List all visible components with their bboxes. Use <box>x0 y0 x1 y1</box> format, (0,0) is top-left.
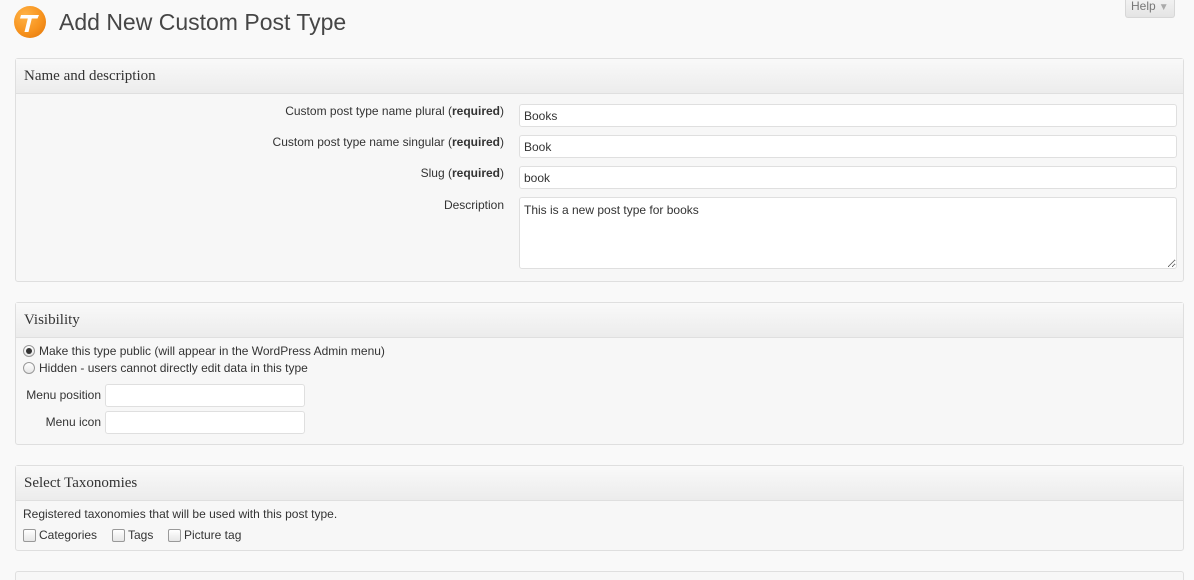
taxonomy-tags[interactable]: Tags <box>112 528 153 542</box>
tags-checkbox[interactable] <box>112 528 125 542</box>
visibility-title: Visibility <box>24 312 80 328</box>
picture-tag-label: Picture tag <box>184 528 242 542</box>
plural-name-label: Custom post type name plural (required) <box>285 104 504 118</box>
taxonomy-categories[interactable]: Categories <box>23 528 97 542</box>
types-logo-icon <box>14 6 46 38</box>
public-radio[interactable] <box>23 345 35 357</box>
help-label: Help <box>1131 0 1156 13</box>
chevron-down-icon: ▼ <box>1158 2 1169 13</box>
tags-label: Tags <box>128 528 154 542</box>
description-textarea[interactable]: This is a new post type for books <box>519 197 1177 269</box>
singular-name-input[interactable] <box>519 135 1177 158</box>
hidden-radio[interactable] <box>23 362 35 374</box>
name-description-header[interactable]: Name and description <box>16 59 1183 94</box>
page: Add New Custom Post Type Help ▼ Name and … <box>0 0 1194 580</box>
picture-tag-checkbox[interactable] <box>168 528 181 542</box>
menu-position-label: Menu position <box>26 388 101 402</box>
visibility-header[interactable]: Visibility <box>16 303 1183 338</box>
plural-name-input[interactable] <box>519 104 1177 127</box>
taxonomies-box: Select Taxonomies Registered taxonomies … <box>15 465 1184 551</box>
menu-icon-input[interactable] <box>105 411 305 434</box>
menu-position-input[interactable] <box>105 384 305 407</box>
taxonomies-title: Select Taxonomies <box>24 475 138 491</box>
logo-glyph <box>20 15 39 32</box>
page-header: Add New Custom Post Type Help ▼ <box>0 0 1194 50</box>
name-description-box: Name and description Custom post type na… <box>15 58 1184 282</box>
visibility-box: Visibility Make this type public (will a… <box>15 302 1184 445</box>
slug-label: Slug (required) <box>420 166 504 180</box>
name-description-title: Name and description <box>24 68 156 84</box>
hidden-option-label: Hidden - users cannot directly edit data… <box>39 361 308 375</box>
slug-input[interactable] <box>519 166 1177 189</box>
page-title: Add New Custom Post Type <box>59 9 347 35</box>
taxonomy-picture-tag[interactable]: Picture tag <box>168 528 241 542</box>
hidden-option[interactable]: Hidden - users cannot directly edit data… <box>23 361 308 375</box>
public-option-label: Make this type public (will appear in th… <box>39 344 385 358</box>
help-button[interactable]: Help ▼ <box>1125 0 1175 18</box>
taxonomies-header[interactable]: Select Taxonomies <box>16 466 1183 501</box>
categories-label: Categories <box>39 528 98 542</box>
taxonomies-description: Registered taxonomies that will be used … <box>23 507 338 521</box>
public-option[interactable]: Make this type public (will appear in th… <box>23 344 385 358</box>
description-label: Description <box>443 198 504 212</box>
categories-checkbox[interactable] <box>23 528 36 542</box>
singular-name-label: Custom post type name singular (required… <box>272 135 504 149</box>
menu-icon-label: Menu icon <box>45 415 101 429</box>
next-box <box>15 571 1184 580</box>
